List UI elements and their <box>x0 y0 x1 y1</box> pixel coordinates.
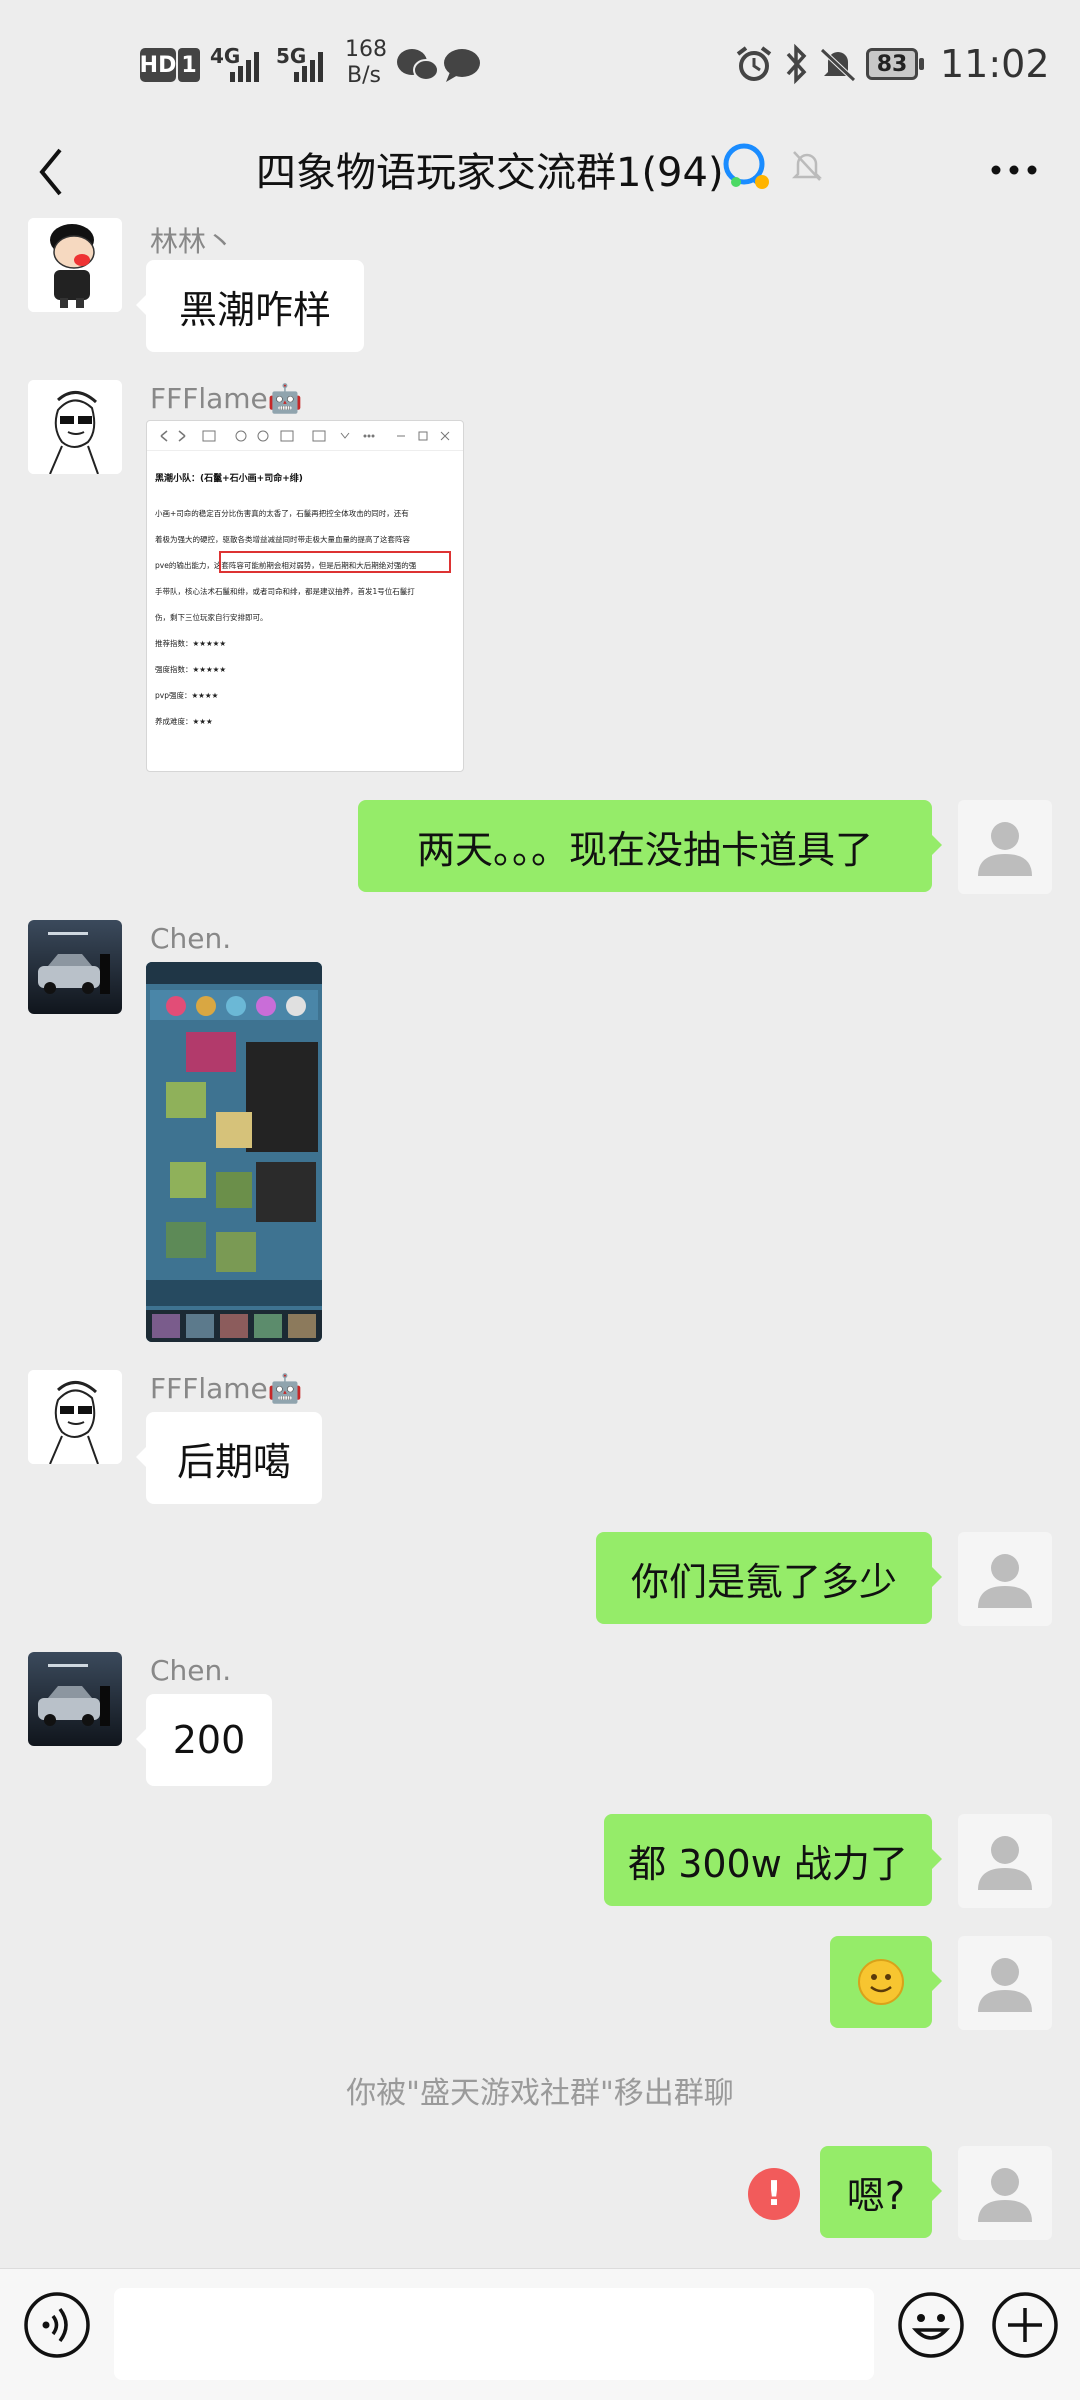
doc-line: 伤，剩下三位玩家自行安排即可。 <box>155 613 268 622</box>
sim-badge: 1 <box>178 48 200 82</box>
default-user-icon <box>978 2168 1032 2222</box>
message-notification-icon <box>444 49 480 82</box>
my-avatar[interactable] <box>958 1532 1052 1626</box>
sketch-avatar-icon <box>28 380 122 474</box>
battery-tip <box>919 58 924 70</box>
mute-icon <box>791 151 823 181</box>
chat-header: 四象物语玩家交流群1(94) <box>0 130 1080 230</box>
back-arrow-icon[interactable] <box>30 142 70 202</box>
clock: 11:02 <box>940 42 1050 86</box>
mute-bell-icon <box>820 48 856 82</box>
sender-name: 林林丶 <box>150 225 235 258</box>
network-speed-value: 168 <box>345 37 387 62</box>
avatar[interactable] <box>28 380 122 474</box>
signal-4g-icon <box>230 52 259 82</box>
my-avatar[interactable] <box>958 1814 1052 1908</box>
doc-rating: 强度指数：★★★★★ <box>155 665 227 674</box>
car-avatar-icon <box>28 1652 122 1746</box>
my-avatar[interactable] <box>958 2146 1052 2240</box>
shared-document-image[interactable]: 黑潮小队：(石鬣+石小画+司命+绯) 小画+司命的稳定百分比伤害真的太香了，石鬣… <box>146 420 464 772</box>
avatar[interactable] <box>28 1652 122 1746</box>
smile-emoji-icon <box>858 1959 904 2005</box>
battery-icon: 83 <box>866 48 918 80</box>
message-bubble[interactable]: 你们是氪了多少 <box>596 1532 942 1624</box>
sketch-avatar-icon <box>28 1370 122 1464</box>
network-speed-unit: B/s <box>347 63 381 88</box>
sender-name: FFFlame🤖 <box>150 1372 303 1405</box>
message-bubble[interactable] <box>830 1936 942 2028</box>
message-bubble[interactable]: 黑潮咋样 <box>136 260 364 352</box>
doc-toolbar <box>147 421 463 451</box>
system-notice: 你被"盛天游戏社群"移出群聊 <box>346 2076 734 2111</box>
sender-name: FFFlame🤖 <box>150 382 303 415</box>
cartoon-avatar-icon <box>28 218 122 312</box>
doc-body: 小画+司命的稳定百分比伤害真的太香了，石鬣再把控全体攻击的同时，还有 着极为强大… <box>155 501 457 735</box>
group-chat-icon <box>723 143 769 189</box>
doc-rating: 推荐指数：★★★★★ <box>155 639 227 648</box>
emoji-button-icon[interactable] <box>896 2290 966 2360</box>
default-user-icon <box>978 1958 1032 2012</box>
chat-title: 四象物语玩家交流群1(94) <box>256 150 724 196</box>
default-user-icon <box>978 1554 1032 1608</box>
more-options-icon[interactable] <box>990 162 1040 178</box>
hd-badge: HD <box>140 48 176 82</box>
game-board-icon <box>146 962 322 1342</box>
default-user-icon <box>978 822 1032 876</box>
sender-name: Chen. <box>150 922 232 955</box>
voice-input-icon[interactable] <box>22 2290 92 2360</box>
bluetooth-icon <box>786 43 807 85</box>
status-bar: HD 1 4G 5G 168 B/s 83 11:02 <box>0 0 1080 130</box>
doc-title: 黑潮小队：(石鬣+石小画+司命+绯) <box>155 474 303 484</box>
message-bubble[interactable]: 200 <box>136 1694 272 1786</box>
avatar[interactable] <box>28 218 122 312</box>
alarm-icon <box>736 46 772 81</box>
my-avatar[interactable] <box>958 800 1052 894</box>
doc-line: 着极为强大的硬控，驱散各类增益减益同时带走极大量血量的提高了这套阵容 <box>155 535 410 544</box>
avatar[interactable] <box>28 1370 122 1464</box>
wechat-notification-icon <box>397 49 439 81</box>
my-avatar[interactable] <box>958 1936 1052 2030</box>
doc-line: 小画+司命的稳定百分比伤害真的太香了，石鬣再把控全体攻击的同时，还有 <box>155 509 409 518</box>
message-bubble[interactable]: 都 300w 战力了 <box>604 1814 942 1906</box>
default-user-icon <box>978 1836 1032 1890</box>
send-failed-icon[interactable]: ! <box>748 2168 800 2220</box>
message-bubble[interactable]: 两天。。。现在没抽卡道具了 <box>358 800 942 892</box>
more-actions-plus-icon[interactable] <box>990 2290 1060 2360</box>
highlight-box <box>219 551 451 573</box>
message-bubble[interactable]: 嗯? <box>820 2146 942 2238</box>
sender-name: Chen. <box>150 1654 232 1687</box>
doc-line: 手带队，核心法术石鬣和绯，或者司命和绯，都是建议抽养，首发1号位石鬣打 <box>155 587 415 596</box>
game-screenshot-image[interactable] <box>146 962 322 1342</box>
message-input[interactable] <box>114 2288 874 2380</box>
message-bubble[interactable]: 后期噶 <box>136 1412 322 1504</box>
car-avatar-icon <box>28 920 122 1014</box>
signal-5g-icon <box>294 52 323 82</box>
doc-rating: pvp强度：★★★★ <box>155 691 219 700</box>
avatar[interactable] <box>28 920 122 1014</box>
doc-rating: 养成难度：★★★ <box>155 717 213 726</box>
